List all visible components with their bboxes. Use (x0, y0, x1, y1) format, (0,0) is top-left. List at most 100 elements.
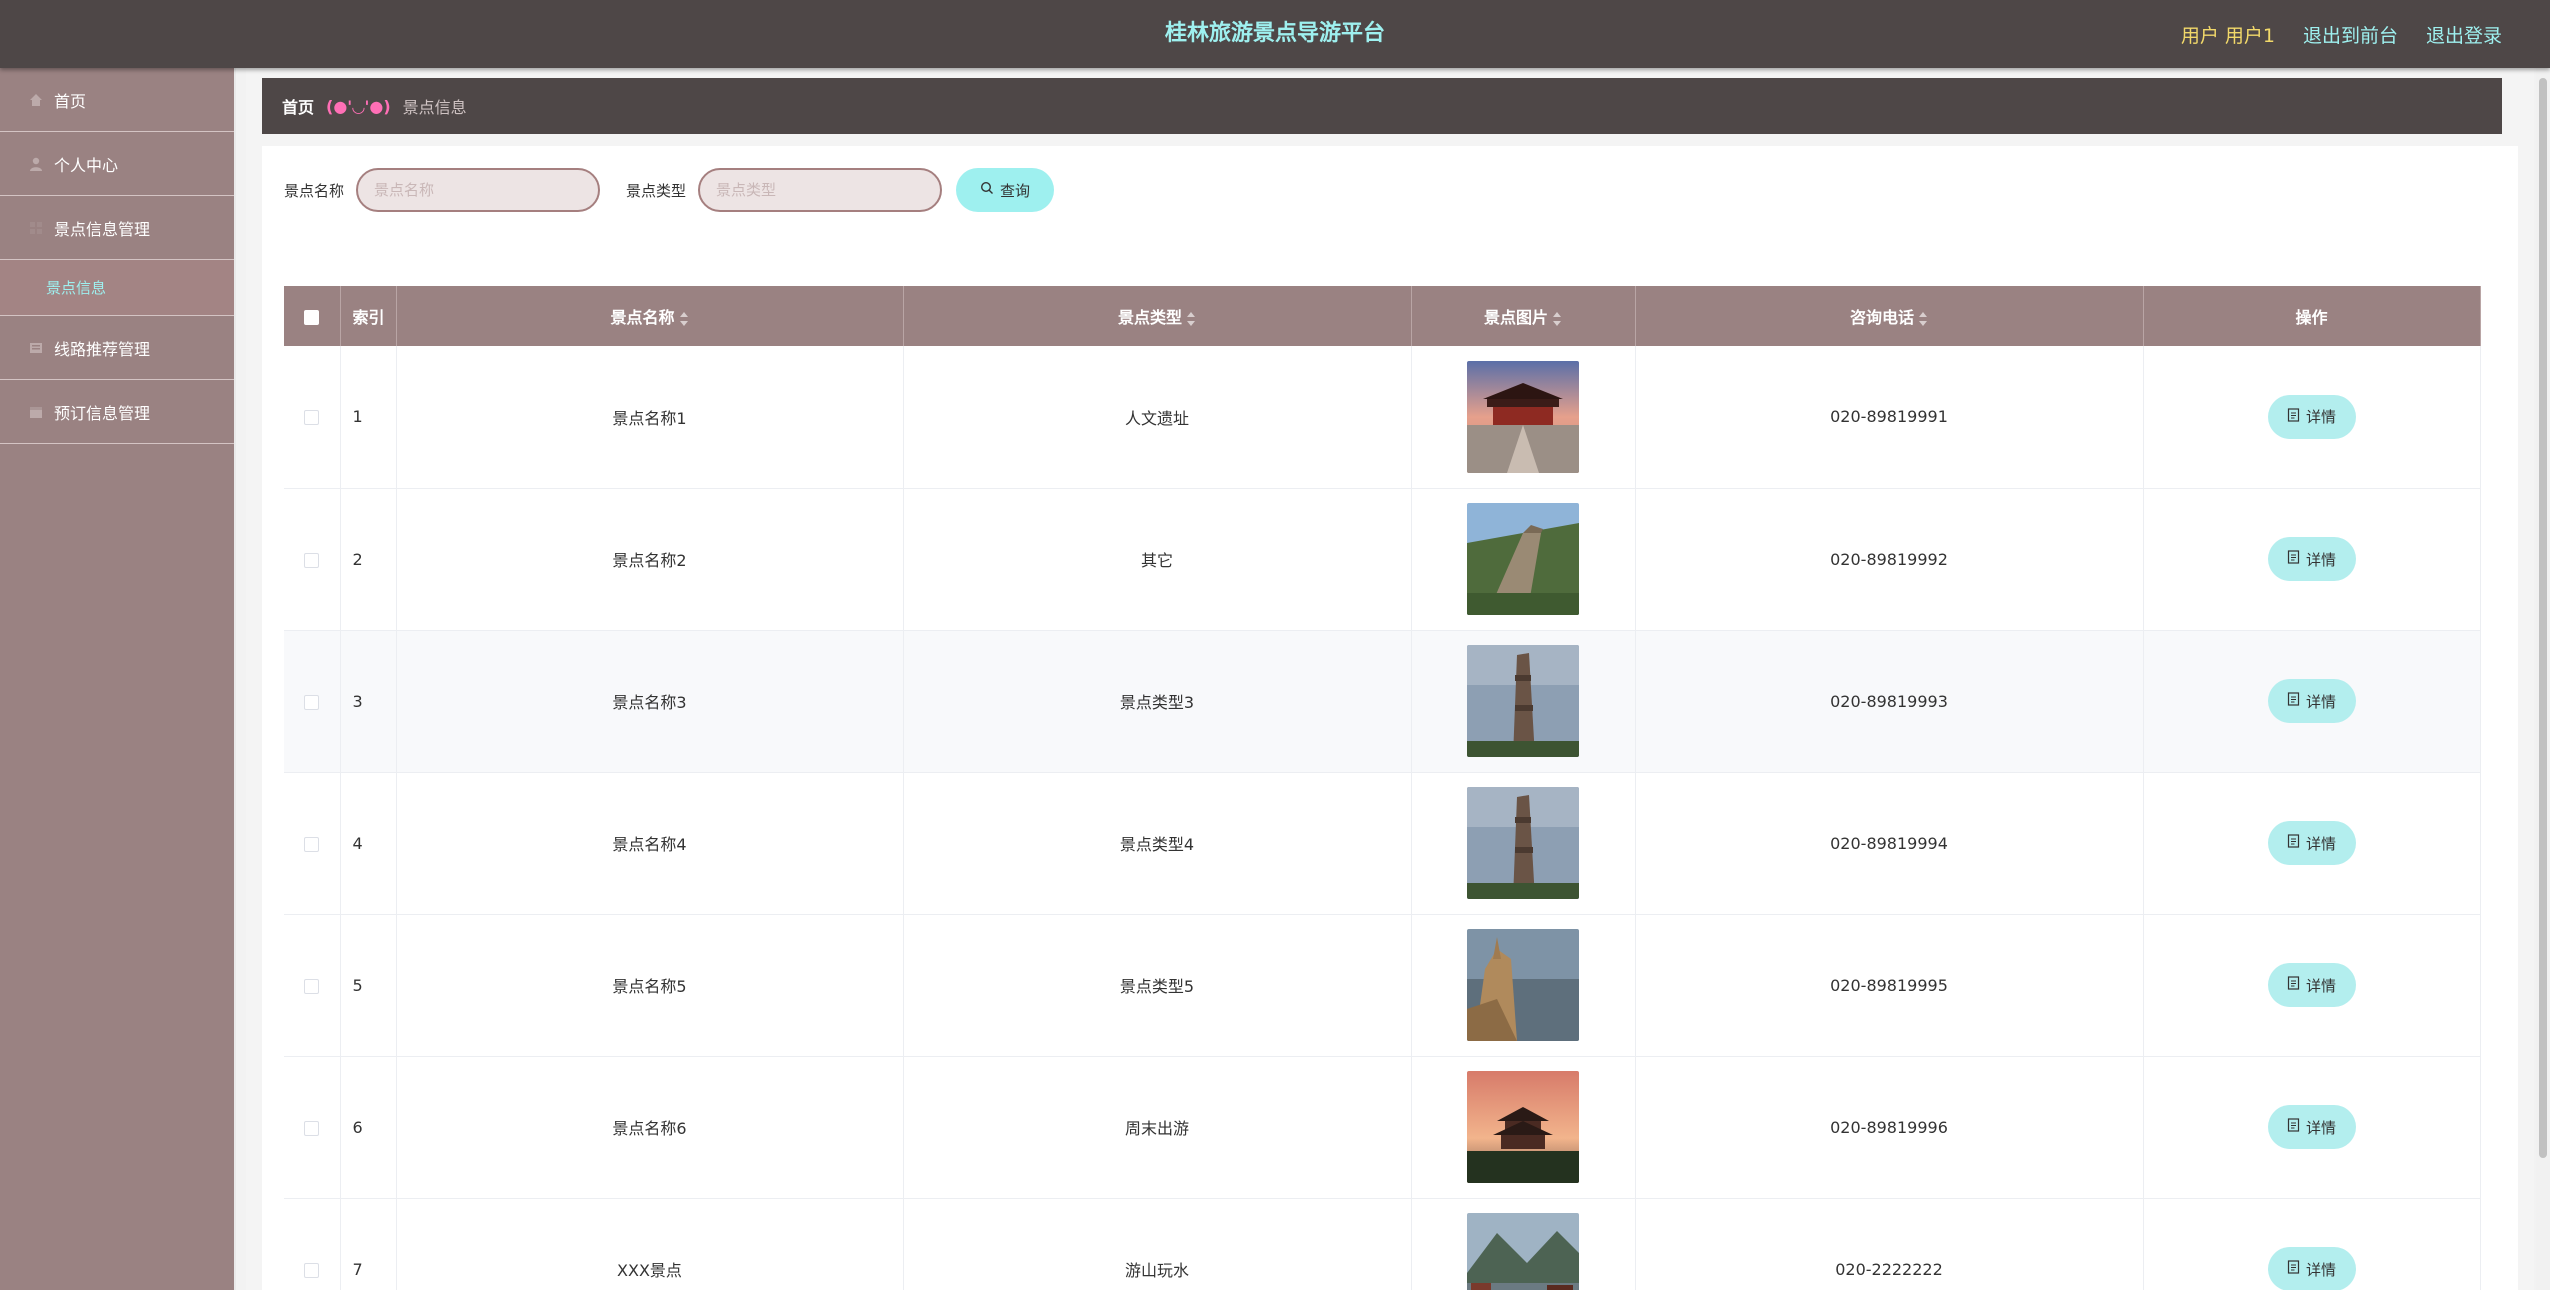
sidebar: 首页 个人中心 景点信息管理 景点信息 线路推荐管理 预订信息管理 (0, 68, 236, 1290)
row-scenic-name: 景点名称4 (396, 772, 904, 915)
search-bar: 景点名称 景点类型 查询 (284, 168, 1055, 212)
row-index: 5 (340, 914, 397, 1057)
row-scenic-name: 景点名称1 (396, 346, 904, 489)
row-checkbox[interactable] (284, 914, 341, 1057)
name-filter-label: 景点名称 (284, 181, 345, 200)
column-header-phone[interactable]: 咨询电话 (1635, 286, 2144, 346)
sort-icon[interactable] (1186, 311, 1196, 327)
row-phone: 020-89819992 (1635, 488, 2144, 631)
row-phone: 020-89819996 (1635, 1056, 2144, 1199)
main-content: 首页 (●'◡'●) 景点信息 景点名称 景点类型 查询 索引 (246, 68, 2534, 1290)
column-header-image[interactable]: 景点图片 (1411, 286, 1636, 346)
detail-button-label: 详情 (2305, 551, 2336, 569)
page-scrollbar[interactable] (2536, 68, 2550, 1290)
row-phone: 020-89819995 (1635, 914, 2144, 1057)
sort-icon[interactable] (1918, 311, 1928, 327)
detail-button-label: 详情 (2305, 1261, 2336, 1279)
row-scenic-type: 景点类型4 (903, 772, 1412, 915)
column-header-name[interactable]: 景点名称 (396, 286, 904, 346)
row-actions: 详情 (2143, 914, 2481, 1057)
scenic-table: 索引 景点名称 景点类型 景点图片 咨询电话 操作 1 景点名称1 人文遗址 020-… (284, 286, 2481, 1290)
detail-button[interactable]: 详情 (2267, 679, 2356, 723)
table-row: 7 XXX景点 游山玩水 020-2222222 详情 (284, 1198, 2481, 1290)
sidebar-item-label: 景点信息管理 (54, 219, 151, 239)
row-index: 1 (340, 346, 397, 489)
row-scenic-name: 景点名称3 (396, 630, 904, 773)
row-phone: 020-2222222 (1635, 1198, 2144, 1290)
sidebar-item-label: 预订信息管理 (54, 403, 151, 423)
row-scenic-image (1411, 630, 1636, 773)
detail-button[interactable]: 详情 (2267, 537, 2356, 581)
row-actions: 详情 (2143, 1198, 2481, 1290)
detail-button-label: 详情 (2305, 835, 2336, 853)
logout-link[interactable]: 退出登录 (2426, 21, 2502, 48)
breadcrumb-current: 景点信息 (402, 98, 467, 117)
row-scenic-image (1411, 914, 1636, 1057)
select-all-checkbox[interactable] (284, 286, 341, 346)
sort-icon[interactable] (679, 311, 689, 327)
table-row: 2 景点名称2 其它 020-89819992 详情 (284, 488, 2481, 631)
row-scenic-type: 游山玩水 (903, 1198, 1412, 1290)
row-index: 6 (340, 1056, 397, 1199)
row-index: 2 (340, 488, 397, 631)
row-checkbox[interactable] (284, 488, 341, 631)
user-icon (28, 156, 44, 172)
scrollbar-thumb[interactable] (2539, 78, 2547, 1158)
name-search-input[interactable] (356, 168, 601, 212)
row-scenic-image (1411, 772, 1636, 915)
table-row: 5 景点名称5 景点类型5 020-89819995 详情 (284, 914, 2481, 1057)
document-icon (2287, 834, 2300, 852)
content-panel: 景点名称 景点类型 查询 索引 景点名称 景点类型 景点图片 (262, 146, 2518, 1290)
row-checkbox[interactable] (284, 772, 341, 915)
document-icon (2287, 408, 2300, 426)
top-right-nav: 用户 用户1 退出到前台 退出登录 (2181, 0, 2502, 68)
current-user-label: 用户 用户1 (2180, 24, 2275, 47)
document-icon (2287, 1118, 2300, 1136)
row-actions: 详情 (2143, 346, 2481, 489)
type-filter-label: 景点类型 (626, 181, 687, 200)
sort-icon[interactable] (1552, 311, 1562, 327)
row-scenic-image (1411, 346, 1636, 489)
breadcrumb-home[interactable]: 首页 (282, 94, 314, 118)
grid-icon (28, 220, 44, 236)
table-row: 1 景点名称1 人文遗址 020-89819991 详情 (284, 346, 2481, 489)
sidebar-subitem-scenic-info[interactable]: 景点信息 (0, 260, 234, 316)
sidebar-item-booking-management[interactable]: 预订信息管理 (0, 380, 234, 444)
query-button-label: 查询 (1000, 182, 1031, 200)
detail-button[interactable]: 详情 (2267, 1105, 2356, 1149)
column-header-actions: 操作 (2143, 286, 2481, 346)
row-actions: 详情 (2143, 1056, 2481, 1199)
sidebar-item-profile[interactable]: 个人中心 (0, 132, 234, 196)
row-checkbox[interactable] (284, 1056, 341, 1199)
app-title: 桂林旅游景点导游平台 (1164, 21, 1385, 46)
document-icon (2287, 1260, 2300, 1278)
detail-button[interactable]: 详情 (2267, 394, 2356, 439)
row-scenic-name: 景点名称2 (396, 488, 904, 631)
table-row: 4 景点名称4 景点类型4 020-89819994 详情 (284, 772, 2481, 915)
row-phone: 020-89819991 (1635, 346, 2144, 489)
query-button[interactable]: 查询 (956, 168, 1055, 212)
home-icon (28, 92, 44, 108)
back-to-front-link[interactable]: 退出到前台 (2303, 21, 2398, 48)
detail-button[interactable]: 详情 (2267, 1247, 2356, 1290)
row-scenic-type: 周末出游 (903, 1056, 1412, 1199)
sidebar-item-label: 个人中心 (54, 155, 119, 175)
document-icon (2287, 976, 2300, 994)
row-checkbox[interactable] (284, 1198, 341, 1290)
row-scenic-type: 景点类型3 (903, 630, 1412, 773)
detail-button[interactable]: 详情 (2267, 963, 2356, 1007)
sidebar-item-home[interactable]: 首页 (0, 68, 234, 132)
sidebar-item-scenic-management[interactable]: 景点信息管理 (0, 196, 234, 260)
column-header-type[interactable]: 景点类型 (903, 286, 1412, 346)
sidebar-item-route-management[interactable]: 线路推荐管理 (0, 316, 234, 380)
row-actions: 详情 (2143, 772, 2481, 915)
row-checkbox[interactable] (284, 630, 341, 773)
row-checkbox[interactable] (284, 346, 341, 489)
type-search-input[interactable] (698, 168, 943, 212)
row-index: 7 (340, 1198, 397, 1290)
breadcrumb: 首页 (●'◡'●) 景点信息 (262, 78, 2502, 134)
row-index: 3 (340, 630, 397, 773)
detail-button[interactable]: 详情 (2267, 821, 2356, 865)
search-icon (980, 181, 994, 199)
table-row: 3 景点名称3 景点类型3 020-89819993 详情 (284, 630, 2481, 773)
